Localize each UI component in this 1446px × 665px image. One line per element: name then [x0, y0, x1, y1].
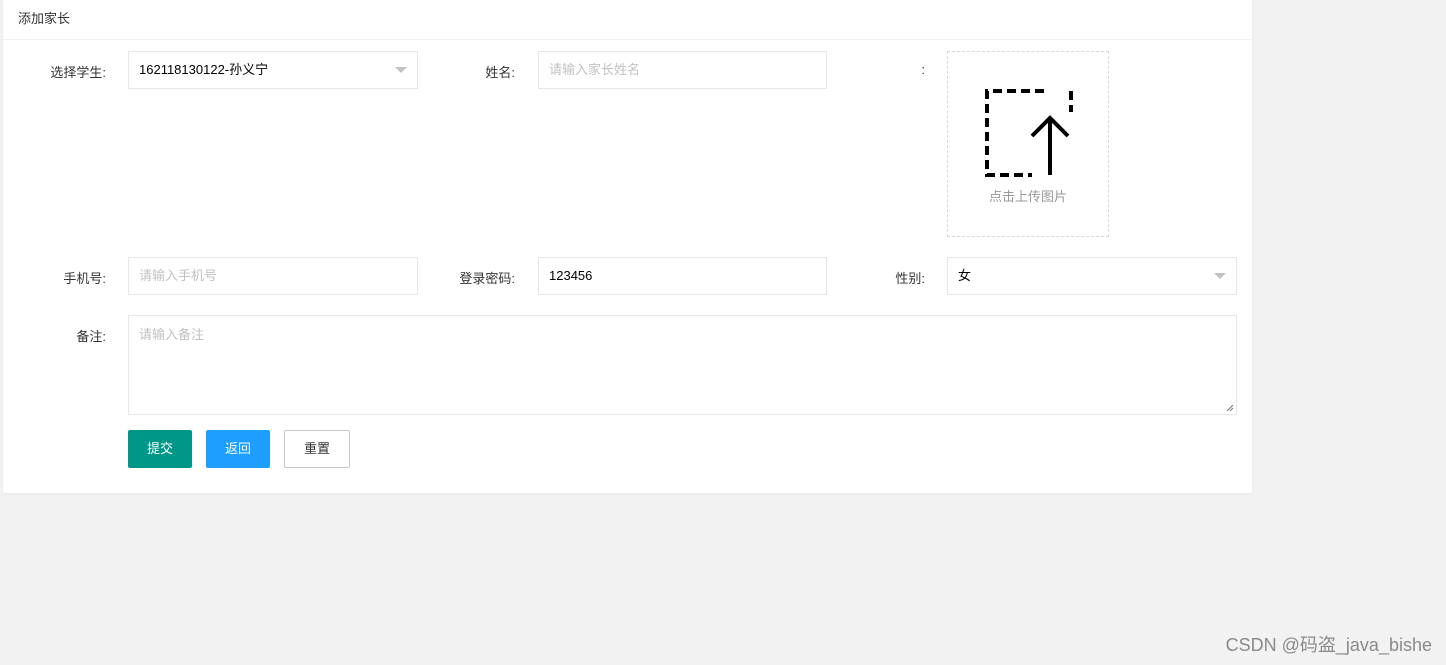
gender-select[interactable]: 女: [947, 257, 1237, 295]
password-label: 登录密码:: [459, 271, 515, 286]
upload-icon: [985, 89, 1073, 177]
remark-textarea-placeholder: 请输入备注: [139, 327, 205, 342]
reset-button[interactable]: 重置: [284, 430, 350, 468]
student-select[interactable]: 162118130122-孙义宁: [128, 51, 418, 89]
image-upload-area[interactable]: 点击上传图片: [947, 51, 1109, 237]
name-label: 姓名:: [485, 65, 515, 80]
name-input[interactable]: 请输入家长姓名: [538, 51, 827, 89]
phone-input[interactable]: 请输入手机号: [128, 257, 418, 295]
remark-label: 备注:: [76, 329, 106, 344]
image-label: :: [921, 62, 925, 77]
chevron-down-icon: [1214, 273, 1226, 279]
upload-text: 点击上传图片: [988, 189, 1067, 204]
add-parent-card: 添加家长 选择学生: 162118130122-孙义宁 姓名: 请输入家长姓名 …: [3, 0, 1252, 493]
password-input-value: 123456: [549, 268, 593, 283]
chevron-down-icon: [395, 67, 407, 73]
phone-input-placeholder: 请输入手机号: [139, 268, 218, 283]
phone-label: 手机号:: [63, 271, 106, 286]
submit-button[interactable]: 提交: [128, 430, 192, 468]
card-title: 添加家长: [3, 0, 1252, 40]
watermark: CSDN @码盗_java_bishe: [1225, 635, 1432, 655]
name-input-placeholder: 请输入家长姓名: [549, 62, 641, 77]
remark-textarea[interactable]: 请输入备注: [128, 315, 1237, 415]
password-input[interactable]: 123456: [538, 257, 827, 295]
back-button[interactable]: 返回: [206, 430, 270, 468]
student-label: 选择学生:: [50, 65, 106, 80]
gender-select-value: 女: [958, 268, 972, 283]
gender-label: 性别:: [895, 271, 925, 286]
student-select-value: 162118130122-孙义宁: [139, 62, 269, 77]
resize-handle-icon[interactable]: [1226, 404, 1234, 412]
